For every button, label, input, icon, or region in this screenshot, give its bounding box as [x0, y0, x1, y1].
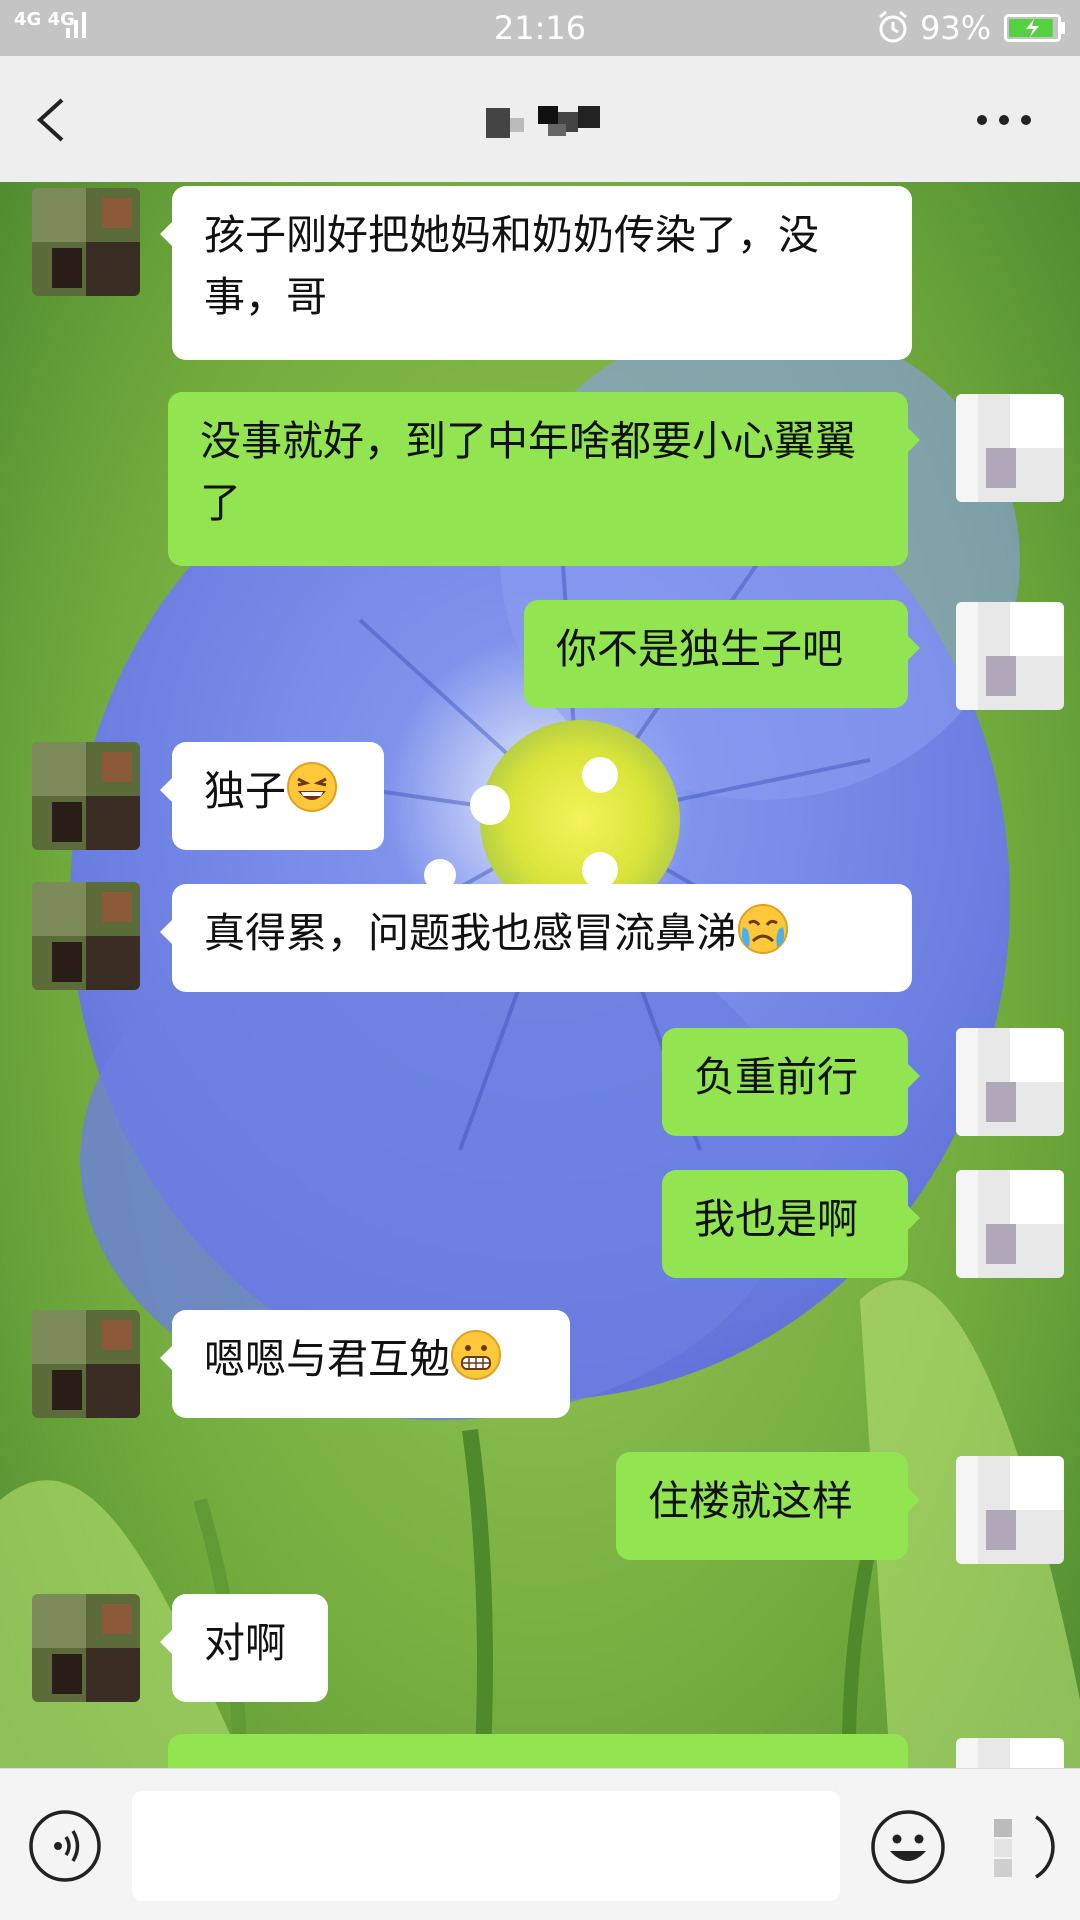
chat-screen: 4G 4G 21:16 93% 孩子刚好把她妈和奶奶传染了，没事，哥 没事就好，… — [0, 0, 1080, 1920]
my-avatar[interactable] — [956, 602, 1064, 710]
message-bubble-outgoing[interactable]: 负重前行 — [662, 1028, 920, 1136]
message-bubble-incoming[interactable]: 孩子刚好把她妈和奶奶传染了，没事，哥 — [160, 186, 912, 360]
redacted-name — [486, 106, 600, 138]
message-bubble-outgoing[interactable]: 没事就好，到了中年啥都要小心翼翼了 — [168, 392, 920, 566]
message-list[interactable]: 孩子刚好把她妈和奶奶传染了，没事，哥 没事就好，到了中年啥都要小心翼翼了 你不是… — [0, 182, 1080, 1768]
my-avatar[interactable] — [956, 394, 1064, 502]
message-bubble-incoming[interactable]: 嗯嗯与君互勉 — [160, 1310, 570, 1418]
status-time: 21:16 — [493, 9, 587, 47]
back-chevron-icon[interactable] — [30, 92, 80, 148]
my-avatar[interactable] — [956, 1028, 1064, 1136]
chat-title — [480, 102, 620, 142]
more-dots-icon[interactable] — [976, 112, 1032, 128]
my-avatar[interactable] — [956, 1170, 1064, 1278]
emoji-face-icon[interactable] — [870, 1809, 946, 1885]
my-avatar[interactable] — [956, 1456, 1064, 1564]
message-bubble-incoming[interactable]: 真得累，问题我也感冒流鼻涕 — [160, 884, 912, 992]
contact-avatar[interactable] — [32, 882, 140, 990]
voice-icon[interactable] — [28, 1809, 102, 1883]
battery-percent: 93% — [920, 9, 992, 47]
message-bubble-outgoing-partial[interactable] — [168, 1734, 908, 1768]
contact-avatar[interactable] — [32, 742, 140, 850]
message-bubble-outgoing[interactable]: 你不是独生子吧 — [524, 600, 920, 708]
message-bubble-outgoing[interactable]: 住楼就这样 — [616, 1452, 920, 1560]
message-input[interactable] — [132, 1791, 840, 1901]
message-bubble-incoming[interactable]: 对啊 — [160, 1594, 328, 1702]
my-avatar[interactable] — [956, 1738, 1064, 1768]
battery-icon — [1004, 14, 1065, 42]
input-bar — [0, 1768, 1080, 1920]
contact-avatar[interactable] — [32, 1310, 140, 1418]
alarm-icon — [879, 10, 907, 43]
contact-avatar[interactable] — [32, 188, 140, 296]
message-bubble-incoming[interactable]: 独子 — [160, 742, 384, 850]
message-bubble-outgoing[interactable]: 我也是啊 — [662, 1170, 920, 1278]
contact-avatar[interactable] — [32, 1594, 140, 1702]
chat-header — [0, 56, 1080, 182]
crying-emoji — [738, 904, 788, 954]
grimacing-emoji — [451, 1330, 501, 1380]
plus-icon[interactable] — [984, 1809, 1060, 1885]
grinning-squint-emoji — [287, 762, 337, 812]
status-bar: 4G 4G 21:16 93% — [0, 0, 1080, 56]
